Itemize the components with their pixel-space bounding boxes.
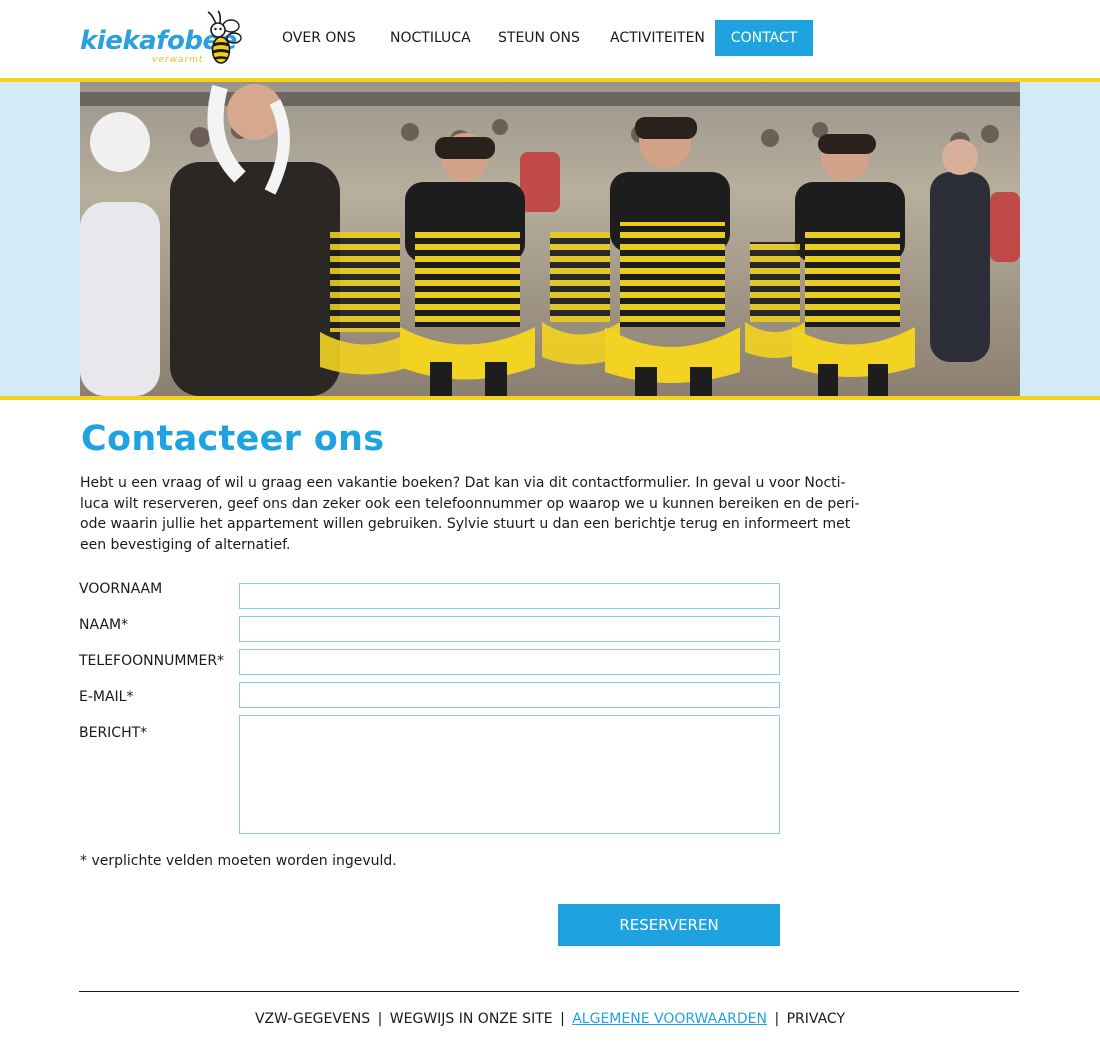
hero-photo-illustration <box>80 82 1020 396</box>
bericht-textarea[interactable] <box>239 715 780 834</box>
page-title: Contacteer ons <box>81 419 385 459</box>
telefoon-input[interactable] <box>239 649 780 675</box>
nav-activiteiten[interactable]: ACTIVITEITEN <box>610 20 705 56</box>
footer-separator: | <box>560 1011 565 1027</box>
email-label: E-MAIL* <box>79 689 134 705</box>
naam-label: NAAM* <box>79 617 129 633</box>
footer-divider <box>79 991 1019 992</box>
intro-line: Hebt u een vraag of wil u graag een vaka… <box>80 475 846 491</box>
nav-noctiluca[interactable]: NOCTILUCA <box>390 20 471 56</box>
naam-input[interactable] <box>239 616 780 642</box>
bee-icon <box>207 10 242 64</box>
nav-contact[interactable]: CONTACT <box>715 20 813 56</box>
intro-line: een bevestiging of alternatief. <box>80 536 291 553</box>
footer-separator: | <box>774 1011 780 1027</box>
voornaam-label: VOORNAAM <box>79 581 163 597</box>
banner-bottom-stripe <box>0 396 1100 400</box>
footer-separator: | <box>377 1011 383 1027</box>
footer-link-algemene-voorwaarden[interactable]: ALGEMENE VOORWAARDEN <box>572 1011 767 1027</box>
site-logo[interactable]: kiekafobee verwarmt <box>80 10 242 70</box>
voornaam-input[interactable] <box>239 583 780 609</box>
email-input[interactable] <box>239 682 780 708</box>
site-header: kiekafobee verwarmt OVER ONS NOCTILUCA S… <box>0 0 1100 78</box>
footer-links: VZW-GEGEVENS | WEGWIJS IN ONZE SITE | AL… <box>0 1010 1100 1028</box>
intro-line: ode waarin jullie het appartement willen… <box>80 516 851 532</box>
reserveren-button[interactable]: RESERVEREN <box>558 904 780 946</box>
footer-link-wegwijs[interactable]: WEGWIJS IN ONZE SITE <box>390 1011 553 1027</box>
footer-link-privacy[interactable]: PRIVACY <box>787 1011 845 1027</box>
footer-link-vzw-gegevens[interactable]: VZW-GEGEVENS <box>255 1011 370 1027</box>
hero-photo <box>80 82 1020 396</box>
intro-text: Hebt u een vraag of wil u graag een vaka… <box>80 473 860 555</box>
intro-line: luca wilt reserveren, geef ons dan zeker… <box>80 495 860 512</box>
logo-tagline: verwarmt <box>152 55 204 65</box>
nav-over-ons[interactable]: OVER ONS <box>282 20 356 56</box>
nav-steun-ons[interactable]: STEUN ONS <box>498 20 580 56</box>
required-fields-note: * verplichte velden moeten worden ingevu… <box>80 853 397 869</box>
telefoon-label: TELEFOONNUMMER* <box>79 653 225 669</box>
bericht-label: BERICHT* <box>79 725 148 741</box>
